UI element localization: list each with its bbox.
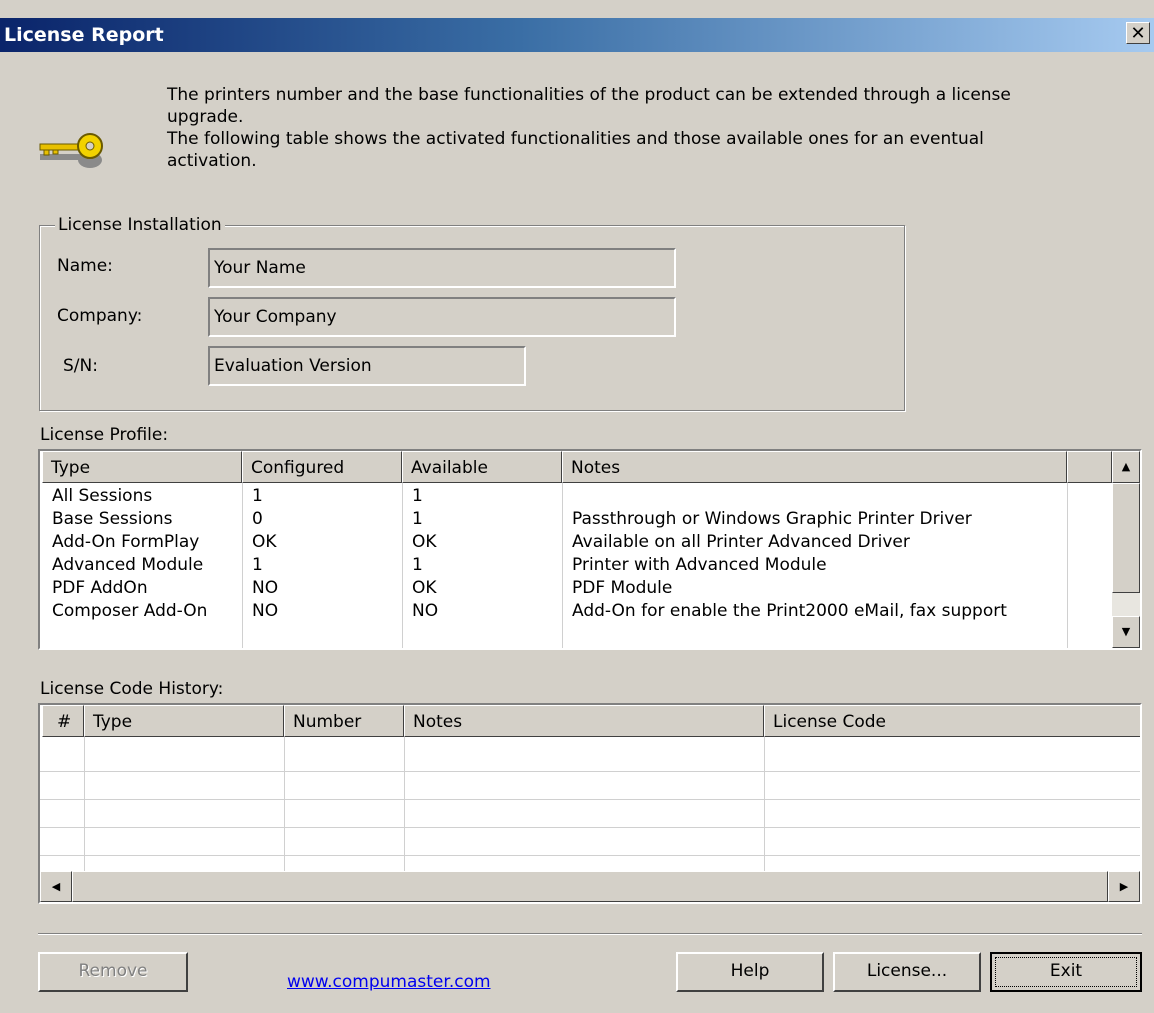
sn-field[interactable]: Evaluation Version	[208, 346, 526, 386]
license-profile-label: License Profile:	[40, 425, 169, 445]
cell-configured: NO	[252, 601, 279, 621]
cell-type: Advanced Module	[52, 555, 204, 575]
close-button[interactable]: ✕	[1126, 22, 1150, 44]
arrow-left-icon: ◀	[51, 880, 61, 893]
col-header-notes[interactable]: Notes	[404, 705, 764, 737]
cell-available: 1	[412, 509, 423, 529]
intro-line-3: The following table shows the activated …	[167, 129, 984, 149]
row-divider	[40, 827, 1140, 828]
cell-notes: PDF Module	[572, 578, 673, 598]
cell-available: NO	[412, 601, 439, 621]
col-divider	[402, 483, 403, 648]
license-button[interactable]: License...	[833, 952, 981, 992]
cell-notes: Add-On for enable the Print2000 eMail, f…	[572, 601, 1007, 621]
license-history-table[interactable]: # Type Number Notes License Code ◀ ▶	[38, 703, 1142, 904]
col-header-configured[interactable]: Configured	[242, 451, 402, 483]
intro-line-2: upgrade.	[167, 107, 244, 127]
cell-configured: 0	[252, 509, 263, 529]
sn-label: S/N:	[63, 356, 98, 376]
col-header-number[interactable]: Number	[284, 705, 404, 737]
col-header-extra	[1067, 451, 1112, 483]
scroll-left-button[interactable]: ◀	[40, 871, 72, 902]
cell-configured: OK	[252, 532, 277, 552]
intro-line-1: The printers number and the base functio…	[167, 85, 1011, 105]
col-divider	[84, 737, 85, 871]
window-title: License Report	[4, 24, 164, 46]
cell-type: All Sessions	[52, 486, 153, 506]
company-field[interactable]: Your Company	[208, 297, 676, 337]
cell-notes: Available on all Printer Advanced Driver	[572, 532, 910, 552]
cell-configured: 1	[252, 555, 263, 575]
cell-type: Composer Add-On	[52, 601, 208, 621]
cell-configured: 1	[252, 486, 263, 506]
col-header-type[interactable]: Type	[42, 451, 242, 483]
title-bar	[0, 18, 1154, 52]
cell-configured: NO	[252, 578, 279, 598]
row-divider	[40, 855, 1140, 856]
scroll-up-button[interactable]: ▲	[1112, 451, 1140, 483]
group-legend: License Installation	[55, 215, 225, 235]
col-divider	[562, 483, 563, 648]
scroll-right-button[interactable]: ▶	[1108, 871, 1140, 902]
cell-notes: Printer with Advanced Module	[572, 555, 827, 575]
footer-separator	[38, 933, 1142, 935]
col-header-type[interactable]: Type	[84, 705, 284, 737]
cell-type: Add-On FormPlay	[52, 532, 200, 552]
row-divider	[40, 799, 1140, 800]
close-icon: ✕	[1130, 23, 1146, 44]
license-history-label: License Code History:	[40, 679, 224, 699]
arrow-right-icon: ▶	[1119, 880, 1129, 893]
col-header-notes[interactable]: Notes	[562, 451, 1067, 483]
cell-type: Base Sessions	[52, 509, 173, 529]
col-header-available[interactable]: Available	[402, 451, 562, 483]
help-button[interactable]: Help	[676, 952, 824, 992]
license-profile-table[interactable]: Type Configured Available Notes All Sess…	[38, 449, 1142, 650]
exit-button[interactable]: Exit	[990, 952, 1142, 992]
col-divider	[764, 737, 765, 871]
arrow-up-icon: ▲	[1121, 460, 1131, 473]
arrow-down-icon: ▼	[1121, 625, 1131, 638]
col-divider	[284, 737, 285, 871]
row-divider	[40, 771, 1140, 772]
cell-available: 1	[412, 555, 423, 575]
name-label: Name:	[57, 256, 113, 276]
company-label: Company:	[57, 306, 143, 326]
intro-line-4: activation.	[167, 151, 257, 171]
scroll-thumb[interactable]	[72, 871, 1108, 902]
scroll-down-button[interactable]: ▼	[1112, 616, 1140, 648]
col-header-number-sign[interactable]: #	[42, 705, 84, 737]
remove-button[interactable]: Remove	[38, 952, 188, 992]
cell-notes: Passthrough or Windows Graphic Printer D…	[572, 509, 972, 529]
col-divider	[404, 737, 405, 871]
cell-available: OK	[412, 532, 437, 552]
col-divider	[242, 483, 243, 648]
website-link[interactable]: www.compumaster.com	[287, 972, 491, 992]
cell-type: PDF AddOn	[52, 578, 148, 598]
col-divider	[1067, 483, 1068, 648]
col-header-license-code[interactable]: License Code	[764, 705, 1140, 737]
scroll-thumb[interactable]	[1112, 483, 1140, 593]
key-icon	[39, 133, 103, 168]
cell-available: 1	[412, 486, 423, 506]
cell-available: OK	[412, 578, 437, 598]
name-field[interactable]: Your Name	[208, 248, 676, 288]
